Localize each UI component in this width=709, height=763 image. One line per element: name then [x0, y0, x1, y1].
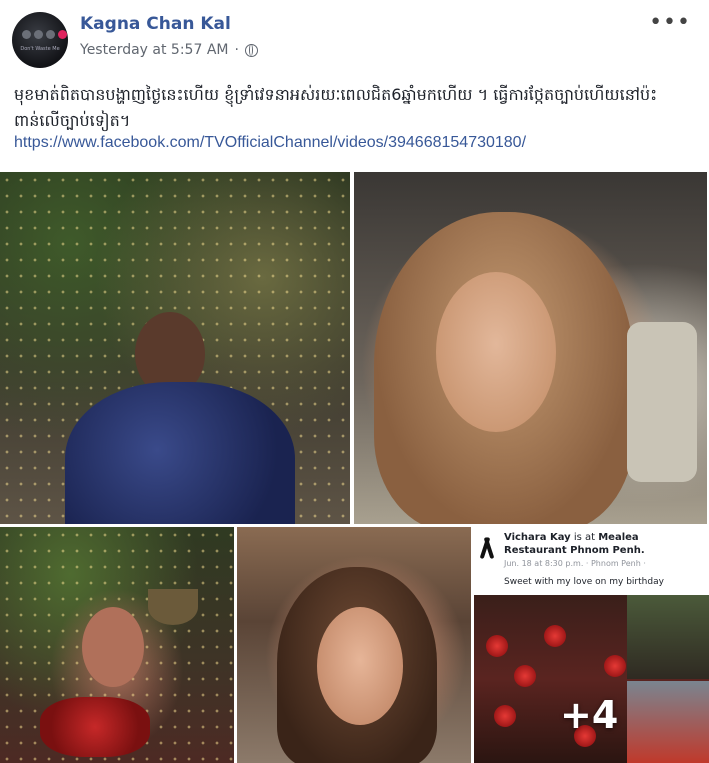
- post-text: មុខមាត់ពិតបានបង្ហាញថ្ងៃនេះហើយ ខ្ញុំទ្រាំ…: [14, 85, 658, 130]
- photo-shared-post-screenshot[interactable]: Vichara Kay is at Mealea Restaurant Phno…: [474, 527, 709, 763]
- post-timestamp[interactable]: Yesterday at 5:57 AM: [80, 42, 228, 58]
- globe-icon[interactable]: [244, 43, 258, 57]
- shared-thumb-bottom: [627, 681, 709, 763]
- rose: [514, 665, 536, 687]
- woman-figure: [82, 607, 144, 687]
- roses-bouquet: [40, 697, 150, 757]
- rose: [604, 655, 626, 677]
- shared-post-photos: +4: [474, 595, 709, 763]
- hanging-basket: [148, 589, 198, 625]
- photo-woman-selfie-car[interactable]: [354, 172, 707, 524]
- post-meta: Yesterday at 5:57 AM ·: [80, 42, 258, 58]
- shared-post-meta: Jun. 18 at 8:30 p.m. · Phnom Penh ·: [504, 559, 646, 568]
- avatar-caption: Don't Waste Me: [20, 46, 60, 52]
- photo-woman-roses[interactable]: [0, 527, 234, 763]
- rose: [486, 635, 508, 657]
- woman-face: [317, 607, 403, 725]
- mourning-ribbon-icon: [482, 537, 492, 559]
- woman-face: [436, 272, 556, 432]
- facebook-post: Don't Waste Me Kagna Chan Kal Yesterday …: [0, 0, 709, 763]
- man-shirt: [65, 382, 295, 524]
- photo-man-garden[interactable]: [0, 172, 350, 524]
- rose: [494, 705, 516, 727]
- avatar-graphic: [22, 30, 67, 39]
- shared-post-header: Vichara Kay is at Mealea Restaurant Phno…: [474, 527, 709, 595]
- shared-post-title: Vichara Kay is at Mealea Restaurant Phno…: [504, 531, 704, 557]
- more-options-icon[interactable]: •••: [649, 10, 691, 35]
- video-link[interactable]: https://www.facebook.com/TVOfficialChann…: [14, 134, 526, 152]
- more-photos-count[interactable]: +4: [560, 693, 618, 737]
- car-seat: [627, 322, 697, 482]
- shared-at: is at: [570, 532, 599, 543]
- shared-thumb-top: [627, 595, 709, 679]
- photo-woman-closeup[interactable]: [237, 527, 471, 763]
- author-name[interactable]: Kagna Chan Kal: [80, 14, 231, 34]
- meta-separator: ·: [234, 42, 239, 58]
- author-avatar[interactable]: Don't Waste Me: [12, 12, 68, 68]
- shared-post-caption: Sweet with my love on my birthday: [504, 577, 664, 587]
- shared-author: Vichara Kay: [504, 532, 571, 543]
- rose: [544, 625, 566, 647]
